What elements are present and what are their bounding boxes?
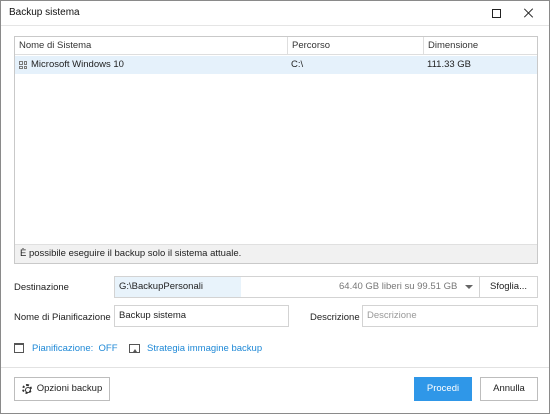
table-footer-note: È possibile eseguire il backup solo il s… — [15, 244, 537, 263]
path-cell: C:\ — [291, 59, 304, 70]
system-name-cell: Microsoft Windows 10 — [31, 59, 124, 70]
proceed-button[interactable]: Procedi — [414, 377, 472, 401]
close-icon — [523, 8, 533, 18]
destination-path: G:\BackupPersonali — [115, 277, 241, 297]
description-input[interactable]: Descrizione — [362, 305, 538, 327]
footer-divider — [1, 367, 549, 368]
column-header-system-name[interactable]: Nome di Sistema — [15, 37, 287, 55]
maximize-button[interactable] — [481, 1, 511, 25]
calendar-icon — [14, 343, 24, 353]
cancel-button[interactable]: Annulla — [480, 377, 538, 401]
size-cell: 111.33 GB — [427, 59, 472, 70]
chevron-down-icon[interactable] — [465, 285, 473, 289]
image-strategy-label: Strategia immagine backup — [147, 342, 263, 354]
system-table: Nome di Sistema Percorso Dimensione Micr… — [14, 36, 538, 264]
table-header: Nome di Sistema Percorso Dimensione — [15, 37, 537, 55]
destination-label: Destinazione — [14, 282, 69, 293]
schedule-name-label: Nome di Pianificazione — [14, 312, 111, 323]
backup-options-label: Opzioni backup — [36, 383, 103, 394]
window-title: Backup sistema — [9, 7, 80, 18]
column-header-path[interactable]: Percorso — [287, 37, 423, 55]
title-bar: Backup sistema — [1, 1, 549, 25]
destination-field[interactable]: G:\BackupPersonali 64.40 GB liberi su 99… — [114, 276, 480, 298]
schedule-link-label: Pianificazione: OFF — [32, 342, 118, 354]
description-label: Descrizione — [310, 312, 360, 323]
backup-options-button[interactable]: Opzioni backup — [14, 377, 110, 401]
browse-button[interactable]: Sfoglia... — [479, 276, 538, 298]
maximize-icon — [491, 8, 501, 18]
backup-dialog: Backup sistema Nome di Sistema Percorso … — [0, 0, 550, 414]
image-icon — [129, 343, 140, 353]
title-divider — [1, 25, 549, 26]
column-header-size[interactable]: Dimensione — [423, 37, 537, 55]
destination-free-space: 64.40 GB liberi su 99.51 GB — [339, 281, 458, 292]
gear-icon — [21, 384, 32, 394]
windows-icon — [19, 61, 27, 69]
image-strategy-link[interactable]: Strategia immagine backup — [129, 341, 262, 355]
close-button[interactable] — [513, 1, 543, 25]
schedule-name-input[interactable]: Backup sistema — [114, 305, 289, 327]
table-row[interactable]: Microsoft Windows 10 C:\ 111.33 GB — [15, 56, 537, 74]
schedule-link[interactable]: Pianificazione: OFF — [14, 341, 118, 355]
